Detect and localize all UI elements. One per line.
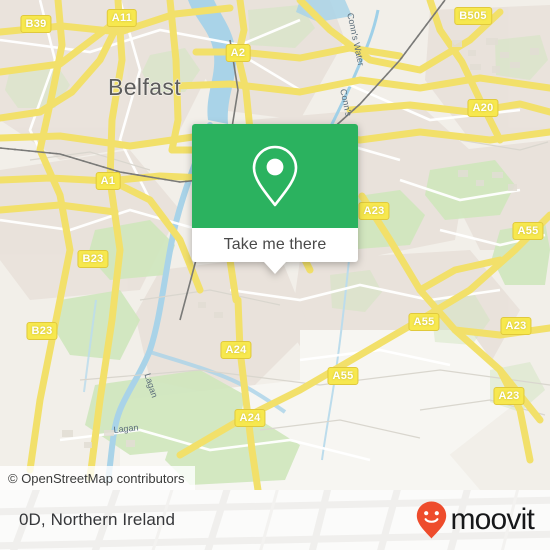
road-shield[interactable]: A55 <box>408 313 440 331</box>
map-canvas[interactable]: Belfast Conn's Water Conn's Lagan Lagan … <box>0 0 550 490</box>
road-shield[interactable]: A20 <box>467 99 499 117</box>
road-shield[interactable]: A23 <box>500 317 532 335</box>
moovit-pin-icon <box>417 501 447 539</box>
road-shield[interactable]: A23 <box>358 202 390 220</box>
callout-icon-panel <box>192 124 358 228</box>
road-shield[interactable]: A11 <box>106 9 138 27</box>
road-shield[interactable]: B23 <box>26 322 58 340</box>
map-pin-icon <box>252 145 298 207</box>
road-shield[interactable]: A24 <box>220 341 252 359</box>
footer-bar: 0D, Northern Ireland moovit <box>0 490 550 550</box>
location-title: 0D, Northern Ireland <box>19 510 176 529</box>
road-shield[interactable]: A1 <box>95 172 121 190</box>
callout-pointer-tail <box>264 262 286 274</box>
osm-attribution[interactable]: © OpenStreetMap contributors <box>0 466 195 490</box>
osm-attribution-text: © OpenStreetMap contributors <box>8 470 185 486</box>
location-callout-card[interactable]: Take me there <box>192 124 358 274</box>
road-shield[interactable]: A55 <box>327 367 359 385</box>
take-me-there-label: Take me there <box>223 236 327 253</box>
moovit-location-screenshot: Belfast Conn's Water Conn's Lagan Lagan … <box>0 0 550 550</box>
road-shield[interactable]: A55 <box>512 222 544 240</box>
moovit-brand[interactable]: moovit <box>415 500 535 540</box>
road-shield[interactable]: A23 <box>493 387 525 405</box>
road-shield[interactable]: A2 <box>225 44 251 62</box>
moovit-wordmark: moovit <box>450 503 534 536</box>
road-shield[interactable]: B505 <box>454 7 492 25</box>
road-shield[interactable]: B39 <box>20 15 52 33</box>
road-shield[interactable]: A24 <box>234 409 266 427</box>
road-shield[interactable]: B23 <box>77 250 109 268</box>
map-city-label: Belfast <box>108 74 182 100</box>
callout-action-bar[interactable]: Take me there <box>192 228 358 274</box>
